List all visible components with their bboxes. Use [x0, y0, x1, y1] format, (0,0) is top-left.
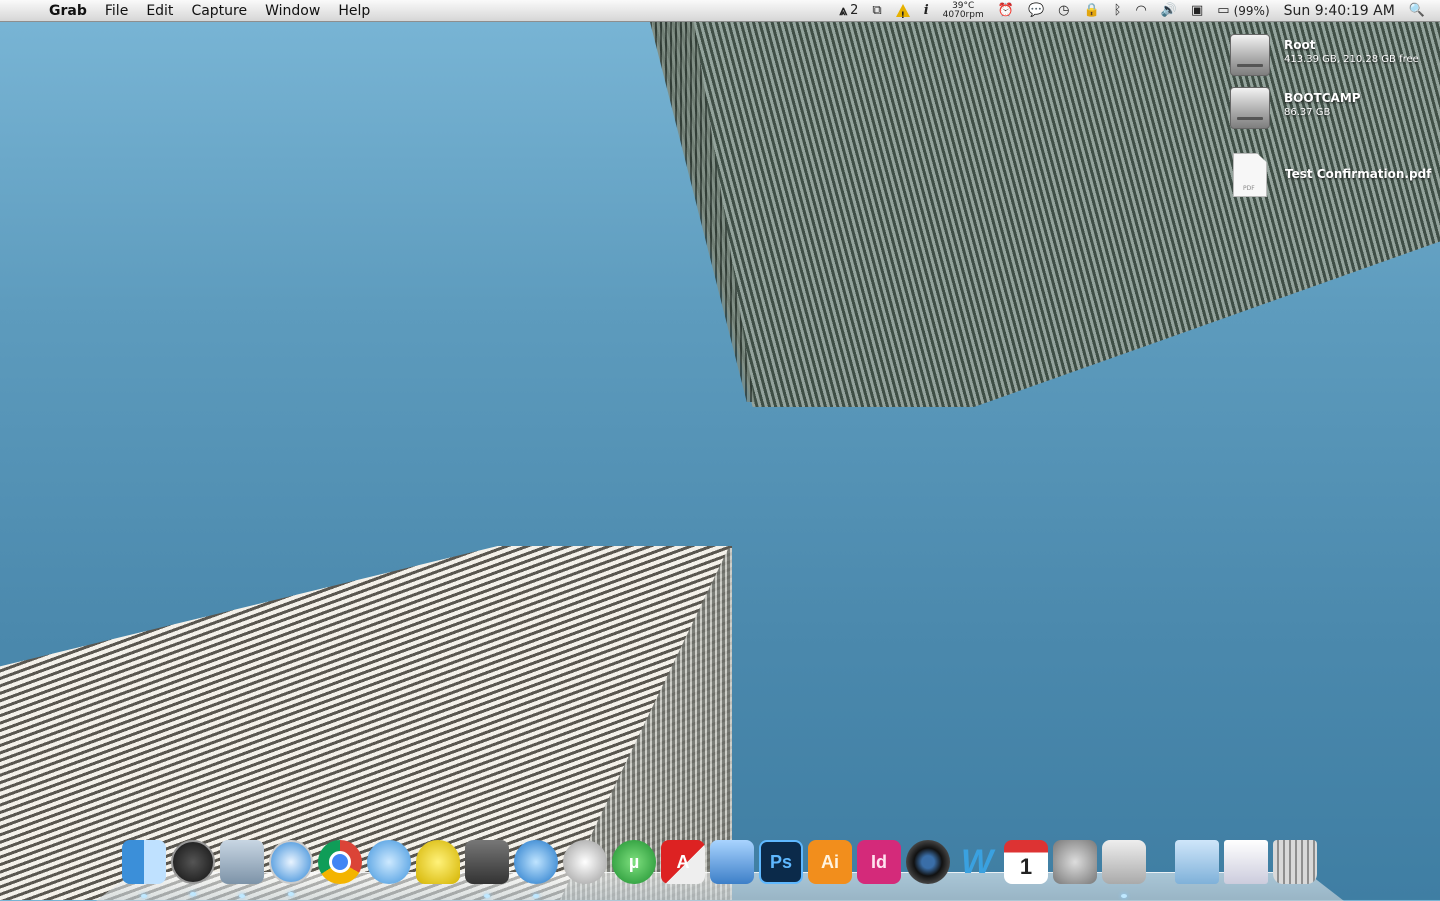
word-icon[interactable]: W [955, 840, 999, 884]
menu-help[interactable]: Help [329, 0, 379, 22]
steam-icon[interactable] [465, 840, 509, 898]
utorrent-icon[interactable]: µ [612, 840, 656, 884]
alarm-clock-icon[interactable]: ⏰ [991, 0, 1021, 22]
itunes-icon[interactable] [514, 840, 558, 898]
grab-icon[interactable] [1102, 840, 1146, 898]
menu-window[interactable]: Window [256, 0, 329, 22]
bluetooth-icon[interactable]: ᛒ [1107, 0, 1129, 22]
safari-icon[interactable] [269, 840, 313, 896]
indesign-icon[interactable]: Id [857, 840, 901, 884]
display-mirror-icon[interactable]: ⧉ [865, 0, 888, 22]
illustrator-icon[interactable]: Ai [808, 840, 852, 884]
wallpaper-tower-top [650, 22, 1440, 407]
time-machine-icon[interactable]: ◷ [1051, 0, 1076, 22]
mail-icon[interactable] [220, 840, 264, 898]
adobe-count: 2 [850, 2, 859, 18]
battery-percent: (99%) [1233, 3, 1270, 18]
chat-bubble-icon[interactable]: 💬 [1021, 0, 1051, 22]
menu-clock[interactable]: Sun 9:40:19 AM [1277, 0, 1402, 22]
ichat-icon[interactable] [367, 840, 411, 884]
xcode-icon[interactable] [710, 840, 754, 884]
warning-icon[interactable] [889, 0, 917, 27]
downloads-stack-icon[interactable] [1224, 840, 1268, 884]
app-menu[interactable]: Grab [40, 0, 96, 22]
battery-status[interactable]: ▭ (99%) [1210, 0, 1276, 22]
dashboard-icon[interactable] [171, 840, 215, 896]
autocad-icon[interactable]: A [661, 840, 705, 884]
temperature-monitor[interactable]: 39°C 4070rpm [936, 0, 991, 22]
desktop-drive-root[interactable]: Root 413.39 GB, 210.28 GB free [1230, 34, 1419, 76]
system-preferences-icon[interactable] [1053, 840, 1097, 884]
desktop-drive-bootcamp[interactable]: BOOTCAMP 86.37 GB [1230, 87, 1361, 129]
aperture-icon[interactable] [906, 840, 950, 884]
ventrilo-icon[interactable] [563, 840, 607, 884]
menu-capture[interactable]: Capture [182, 0, 256, 22]
desktop-file-pdf[interactable]: PDF Test Confirmation.pdf [1233, 153, 1431, 197]
spotlight-search-icon[interactable]: 🔍 [1402, 0, 1432, 22]
chrome-icon[interactable] [318, 840, 362, 884]
finder-icon[interactable] [122, 840, 166, 898]
adobe-icon: ⩓ [839, 2, 848, 19]
file-name: Test Confirmation.pdf [1285, 167, 1432, 181]
input-menu-icon[interactable]: ▣ [1184, 0, 1210, 22]
menu-file[interactable]: File [96, 0, 137, 22]
hard-drive-icon [1230, 87, 1270, 129]
trash-icon[interactable] [1273, 840, 1317, 884]
info-icon[interactable]: i [917, 0, 936, 22]
drive-detail: 413.39 GB, 210.28 GB free [1284, 54, 1419, 65]
volume-icon[interactable]: 🔊 [1154, 0, 1184, 22]
drive-name: Root [1284, 38, 1316, 52]
menu-edit[interactable]: Edit [137, 0, 182, 22]
photoshop-icon[interactable]: Ps [759, 840, 803, 884]
menu-bar: Grab File Edit Capture Window Help ⩓ 2 ⧉… [0, 0, 1440, 27]
hard-drive-icon [1230, 34, 1270, 76]
documents-folder-icon[interactable] [1175, 840, 1219, 884]
battery-icon: ▭ [1217, 2, 1230, 18]
ical-icon[interactable]: 1 [1004, 840, 1048, 884]
drive-name: BOOTCAMP [1284, 91, 1361, 105]
adium-icon[interactable] [416, 840, 460, 884]
wifi-icon[interactable]: ◠ [1128, 0, 1153, 22]
pdf-document-icon: PDF [1233, 153, 1267, 197]
fan-speed-readout: 4070rpm [942, 9, 984, 20]
adobe-updater-status[interactable]: ⩓ 2 [832, 0, 865, 22]
lock-icon[interactable]: 🔒 [1076, 0, 1106, 22]
dock: µ A Ps Ai Id W 1 [122, 838, 1322, 898]
drive-detail: 86.37 GB [1284, 107, 1331, 118]
